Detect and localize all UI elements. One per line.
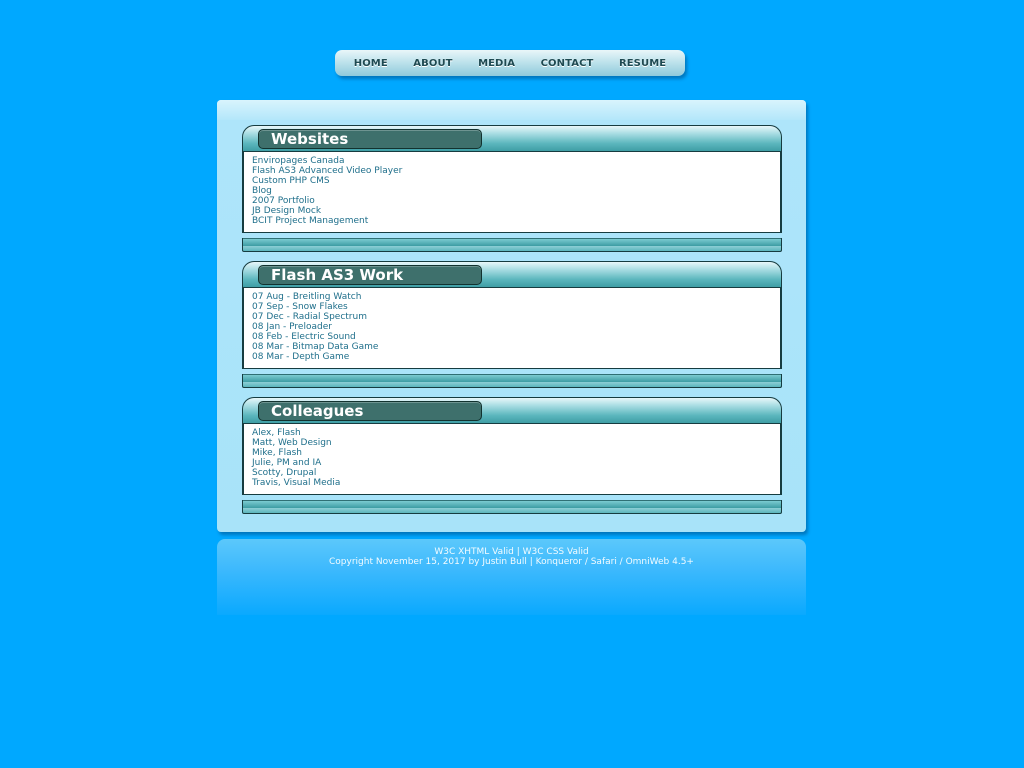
panel-header: Flash AS3 Work	[242, 261, 782, 287]
panel-body: Enviropages Canada Flash AS3 Advanced Vi…	[242, 151, 782, 233]
panel-body: Alex, Flash Matt, Web Design Mike, Flash…	[242, 423, 782, 495]
panel-header: Websites	[242, 125, 782, 151]
nav-contact[interactable]: CONTACT	[541, 58, 594, 69]
panel-footer-bar	[243, 500, 781, 508]
link-colleague-mike[interactable]: Mike, Flash	[252, 448, 772, 458]
nav-media[interactable]: MEDIA	[478, 58, 515, 69]
panel-footer-bar	[243, 374, 781, 382]
nav-resume[interactable]: RESUME	[619, 58, 666, 69]
panel-title: Flash AS3 Work	[271, 266, 404, 284]
panel-title: Websites	[271, 130, 349, 148]
page-footer: W3C XHTML Valid | W3C CSS Valid Copyrigh…	[217, 539, 806, 615]
link-colleague-alex[interactable]: Alex, Flash	[252, 428, 772, 438]
panel-title-bar: Colleagues	[258, 401, 482, 421]
link-custom-php-cms[interactable]: Custom PHP CMS	[252, 176, 772, 186]
panel-title: Colleagues	[271, 402, 364, 420]
link-video-player[interactable]: Flash AS3 Advanced Video Player	[252, 166, 772, 176]
xhtml-valid-link[interactable]: W3C XHTML Valid	[434, 547, 514, 557]
link-enviropages-canada[interactable]: Enviropages Canada	[252, 156, 772, 166]
link-jb-design-mock[interactable]: JB Design Mock	[252, 206, 772, 216]
panel-footer	[242, 500, 782, 514]
panel-footer	[242, 374, 782, 388]
panel-flash-as3-work: Flash AS3 Work 07 Aug - Breitling Watch …	[242, 261, 782, 388]
panel-title-bar: Flash AS3 Work	[258, 265, 482, 285]
link-preloader[interactable]: 08 Jan - Preloader	[252, 322, 772, 332]
link-colleague-travis[interactable]: Travis, Visual Media	[252, 478, 772, 488]
panel-colleagues: Colleagues Alex, Flash Matt, Web Design …	[242, 397, 782, 514]
link-2007-portfolio[interactable]: 2007 Portfolio	[252, 196, 772, 206]
link-snow-flakes[interactable]: 07 Sep - Snow Flakes	[252, 302, 772, 312]
copyright-text: Copyright November 15, 2017 by Justin Bu…	[329, 557, 694, 567]
link-electric-sound[interactable]: 08 Feb - Electric Sound	[252, 332, 772, 342]
link-breitling-watch[interactable]: 07 Aug - Breitling Watch	[252, 292, 772, 302]
panel-footer	[242, 238, 782, 252]
content-container: Websites Enviropages Canada Flash AS3 Ad…	[217, 100, 806, 532]
panel-header: Colleagues	[242, 397, 782, 423]
main-nav: HOME ABOUT MEDIA CONTACT RESUME	[335, 50, 685, 76]
link-depth-game[interactable]: 08 Mar - Depth Game	[252, 352, 772, 362]
validation-links: W3C XHTML Valid | W3C CSS Valid	[217, 547, 806, 557]
link-colleague-julie[interactable]: Julie, PM and IA	[252, 458, 772, 468]
link-bcit-project-management[interactable]: BCIT Project Management	[252, 216, 772, 226]
panel-body: 07 Aug - Breitling Watch 07 Sep - Snow F…	[242, 287, 782, 369]
panel-footer-bar	[243, 238, 781, 246]
link-colleague-matt[interactable]: Matt, Web Design	[252, 438, 772, 448]
css-valid-link[interactable]: W3C CSS Valid	[523, 547, 589, 557]
link-blog[interactable]: Blog	[252, 186, 772, 196]
footer-separator: |	[516, 547, 520, 557]
panel-title-bar: Websites	[258, 129, 482, 149]
panel-websites: Websites Enviropages Canada Flash AS3 Ad…	[242, 125, 782, 252]
nav-about[interactable]: ABOUT	[413, 58, 452, 69]
nav-home[interactable]: HOME	[354, 58, 388, 69]
link-radial-spectrum[interactable]: 07 Dec - Radial Spectrum	[252, 312, 772, 322]
link-bitmap-data-game[interactable]: 08 Mar - Bitmap Data Game	[252, 342, 772, 352]
link-colleague-scotty[interactable]: Scotty, Drupal	[252, 468, 772, 478]
